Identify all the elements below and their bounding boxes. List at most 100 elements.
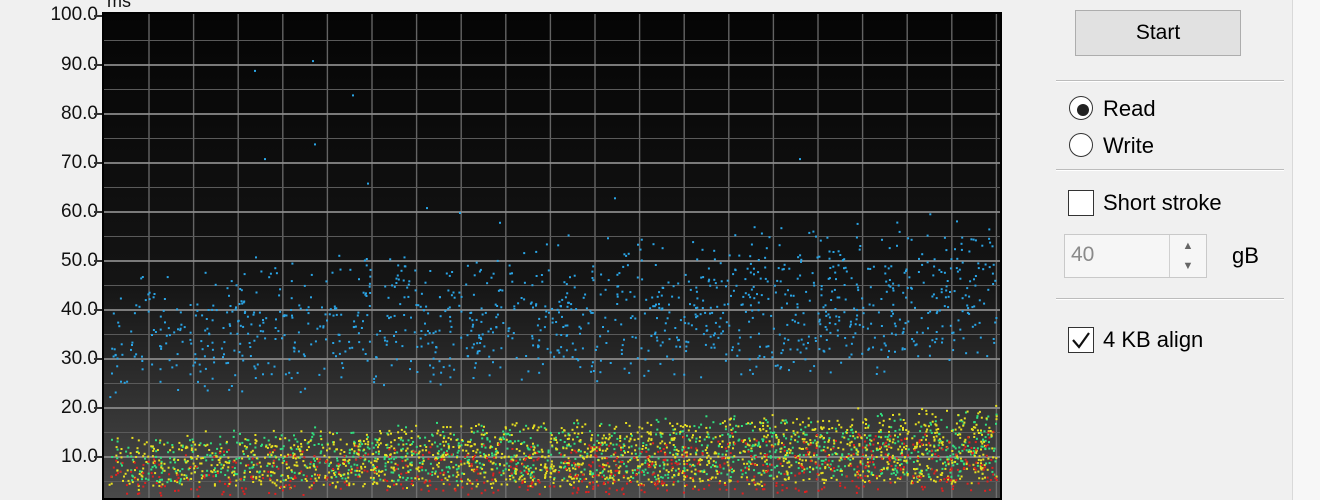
data-point xyxy=(393,335,395,337)
data-point xyxy=(935,435,938,438)
data-point xyxy=(223,450,225,453)
data-point xyxy=(591,277,594,279)
data-point xyxy=(480,445,483,448)
data-point xyxy=(988,441,990,444)
data-point xyxy=(916,331,919,334)
data-point xyxy=(917,476,920,479)
data-point xyxy=(914,472,917,475)
data-point xyxy=(366,314,369,317)
data-point xyxy=(973,466,976,469)
data-point xyxy=(489,482,492,485)
data-point xyxy=(727,443,730,446)
data-point xyxy=(797,339,800,342)
data-point xyxy=(284,478,287,481)
data-point xyxy=(254,69,256,72)
data-point xyxy=(502,433,505,436)
data-point xyxy=(239,324,242,327)
data-point xyxy=(994,279,997,282)
data-point xyxy=(242,490,245,493)
data-point xyxy=(658,306,661,309)
data-point xyxy=(671,358,674,361)
data-point xyxy=(463,462,466,465)
read-radio[interactable] xyxy=(1068,95,1096,123)
data-point xyxy=(249,355,252,357)
data-point xyxy=(635,444,638,447)
data-point xyxy=(459,212,461,214)
align-label[interactable]: 4 KB align xyxy=(1103,327,1203,353)
data-point xyxy=(419,466,422,469)
data-point xyxy=(501,452,504,455)
data-point xyxy=(815,478,818,481)
data-point xyxy=(993,447,996,450)
start-button[interactable]: Start xyxy=(1075,10,1241,56)
data-point xyxy=(733,418,735,421)
data-point xyxy=(841,435,844,438)
separator xyxy=(1056,169,1284,171)
data-point xyxy=(167,451,170,454)
data-point xyxy=(564,434,567,437)
data-point xyxy=(770,469,773,471)
data-point xyxy=(434,351,437,354)
data-point xyxy=(903,446,905,449)
data-point xyxy=(496,313,499,316)
data-point xyxy=(935,331,938,333)
data-point xyxy=(559,453,562,456)
data-point xyxy=(894,442,897,445)
data-point xyxy=(836,419,839,422)
data-point xyxy=(583,451,586,454)
data-point xyxy=(753,297,756,300)
data-point xyxy=(859,474,862,477)
data-point xyxy=(894,464,897,467)
data-point xyxy=(538,493,541,496)
data-point xyxy=(918,413,921,415)
data-point xyxy=(993,341,996,344)
data-point xyxy=(843,458,846,460)
data-point xyxy=(410,450,413,453)
data-point xyxy=(888,350,890,353)
data-point xyxy=(446,479,449,482)
short-stroke-checkbox[interactable] xyxy=(1068,190,1094,216)
data-point xyxy=(633,438,636,441)
data-point xyxy=(324,461,327,464)
data-point xyxy=(397,264,400,267)
data-point xyxy=(205,318,208,320)
data-point xyxy=(866,327,869,330)
write-label[interactable]: Write xyxy=(1103,133,1154,159)
data-point xyxy=(783,263,786,266)
data-point xyxy=(621,454,624,457)
data-point xyxy=(867,465,870,468)
data-point xyxy=(199,442,202,445)
stroke-size-stepper[interactable]: 40 ▲ ▼ xyxy=(1064,234,1207,278)
short-stroke-label[interactable]: Short stroke xyxy=(1103,190,1222,216)
data-point xyxy=(339,268,342,271)
data-point xyxy=(731,349,734,352)
data-point xyxy=(625,465,628,468)
data-point xyxy=(760,232,763,235)
data-point xyxy=(620,349,623,352)
data-point xyxy=(278,294,281,297)
data-point xyxy=(373,470,376,473)
data-point xyxy=(439,472,442,475)
data-point xyxy=(614,318,617,321)
data-point xyxy=(751,429,754,432)
data-point xyxy=(213,469,216,472)
data-point xyxy=(828,437,831,440)
data-point xyxy=(968,464,971,467)
data-point xyxy=(879,470,882,473)
spin-up-icon[interactable]: ▲ xyxy=(1178,236,1198,256)
data-point xyxy=(159,456,162,459)
data-point xyxy=(885,441,888,444)
data-point xyxy=(750,243,753,246)
data-point xyxy=(959,328,962,331)
stroke-unit-label: gB xyxy=(1232,243,1259,268)
data-point xyxy=(796,456,799,459)
data-point xyxy=(360,467,363,470)
data-point xyxy=(133,312,136,315)
align-checkbox[interactable] xyxy=(1068,327,1094,353)
data-point xyxy=(871,454,874,457)
read-label[interactable]: Read xyxy=(1103,96,1156,122)
write-radio[interactable] xyxy=(1068,132,1096,160)
spin-down-icon[interactable]: ▼ xyxy=(1178,256,1198,276)
data-point xyxy=(259,465,262,468)
data-point xyxy=(151,475,154,478)
